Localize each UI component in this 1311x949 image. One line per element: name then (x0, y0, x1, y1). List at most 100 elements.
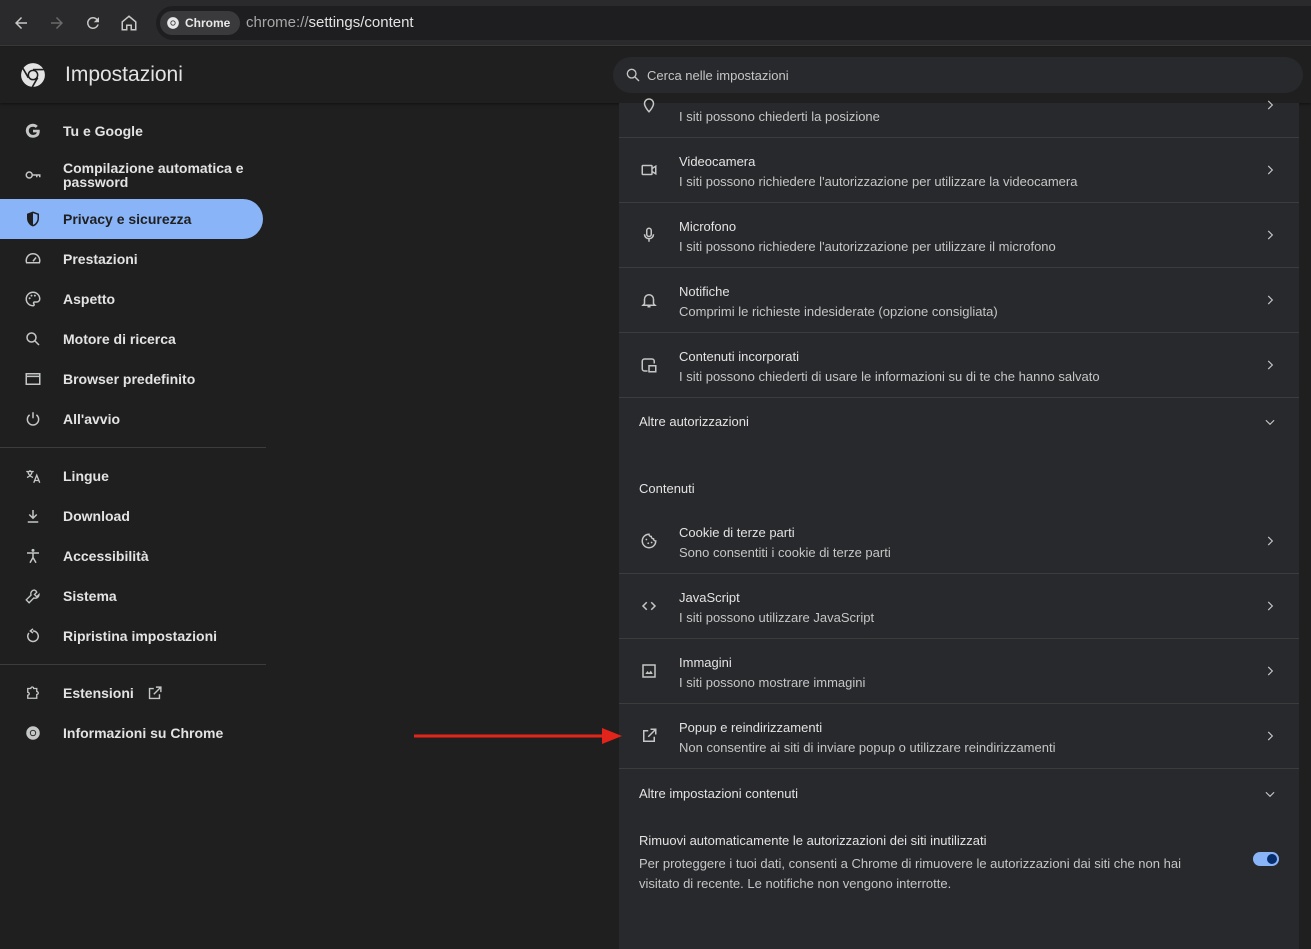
auto-remove-description: Per proteggere i tuoi dati, consenti a C… (639, 856, 1181, 891)
row-title: Microfono (679, 219, 737, 234)
speedometer-icon (23, 249, 43, 269)
content-section-heading: Contenuti (639, 481, 695, 496)
location-icon (639, 95, 659, 115)
open-external-icon (639, 726, 659, 746)
annotation-arrow (414, 728, 622, 744)
sidebar-item-privacy[interactable]: Privacy e sicurezza (0, 199, 263, 239)
sidebar-divider (0, 664, 266, 665)
chevron-right-icon (1267, 360, 1274, 370)
sidebar-item-downloads[interactable]: Download (0, 496, 266, 536)
chip-label: Chrome (185, 16, 231, 30)
content-row-javascript[interactable]: JavaScript I siti possono utilizzare Jav… (619, 574, 1299, 639)
sidebar-item-languages[interactable]: Lingue (0, 456, 266, 496)
sidebar-item-label: Informazioni su Chrome (63, 725, 224, 741)
row-title: Videocamera (679, 154, 756, 169)
row-subtitle: I siti possono chiederti la posizione (679, 109, 880, 124)
sidebar-item-you-and-google[interactable]: Tu e Google (0, 111, 266, 151)
permission-row-camera[interactable]: Videocamera I siti possono richiedere l'… (619, 138, 1299, 203)
download-icon (23, 506, 43, 526)
sidebar-item-autofill[interactable]: Compilazione automatica e password (0, 151, 266, 199)
sidebar-item-default-browser[interactable]: Browser predefinito (0, 359, 266, 399)
sidebar-item-label: Accessibilità (63, 548, 149, 564)
sidebar-item-label: Download (63, 508, 130, 524)
reload-button[interactable] (82, 12, 104, 34)
row-subtitle: I siti possono utilizzare JavaScript (679, 610, 875, 625)
permission-row-microphone[interactable]: Microfono I siti possono richiedere l'au… (619, 203, 1299, 268)
sidebar-item-label: Estensioni (63, 685, 134, 701)
sidebar-item-reset[interactable]: Ripristina impostazioni (0, 616, 266, 656)
accessibility-icon (23, 546, 43, 566)
arrow-left-icon (15, 17, 27, 29)
permission-row-embedded-content[interactable]: Contenuti incorporati I siti possono chi… (619, 333, 1299, 398)
chrome-icon (23, 723, 43, 743)
auto-remove-toggle[interactable] (1253, 852, 1279, 866)
sidebar-item-appearance[interactable]: Aspetto (0, 279, 266, 319)
chrome-logo-icon (21, 63, 45, 88)
sidebar-item-search-engine[interactable]: Motore di ricerca (0, 319, 266, 359)
code-icon (639, 596, 659, 616)
shield-icon (23, 209, 43, 229)
content-settings-card: I siti possono chiederti la posizione Vi… (619, 98, 1299, 949)
google-icon (23, 121, 43, 141)
key-icon (23, 165, 43, 185)
row-subtitle: I siti possono chiederti di usare le inf… (679, 369, 1100, 384)
sidebar-item-extensions[interactable]: Estensioni (0, 673, 266, 713)
chevron-down-icon (1265, 791, 1275, 798)
sidebar-item-on-startup[interactable]: All'avvio (0, 399, 266, 439)
chrome-icon (167, 17, 179, 29)
more-permissions-toggle[interactable]: Altre autorizzazioni (619, 399, 1299, 445)
row-subtitle: Non consentire ai siti di inviare popup … (679, 740, 1056, 755)
cookie-icon (639, 531, 659, 551)
sidebar-divider (0, 447, 266, 448)
more-permissions-label: Altre autorizzazioni (639, 414, 749, 429)
sidebar-item-system[interactable]: Sistema (0, 576, 266, 616)
permission-row-location[interactable]: I siti possono chiederti la posizione (619, 73, 1299, 138)
address-bar[interactable]: Chrome chrome://settings/content (156, 6, 1311, 40)
row-title: Contenuti incorporati (679, 349, 799, 364)
chevron-right-icon (1267, 295, 1274, 305)
back-button[interactable] (10, 12, 32, 34)
image-icon (639, 661, 659, 681)
browser-window-icon (23, 369, 43, 389)
site-info-chip[interactable]: Chrome (160, 11, 241, 35)
chevron-down-icon (1265, 419, 1275, 426)
sidebar-item-label: Browser predefinito (63, 371, 196, 387)
chevron-right-icon (1267, 601, 1274, 611)
url-path: settings/content (308, 14, 414, 31)
sidebar-item-label: Sistema (63, 588, 117, 604)
power-icon (23, 409, 43, 429)
search-icon (23, 329, 43, 349)
more-content-settings-toggle[interactable]: Altre impostazioni contenuti (619, 771, 1299, 817)
browser-toolbar: Chrome chrome://settings/content (0, 0, 1311, 46)
auto-remove-permissions: Rimuovi automaticamente le autorizzazion… (639, 833, 1219, 894)
content-row-images[interactable]: Immagini I siti possono mostrare immagin… (619, 639, 1299, 704)
row-title: Immagini (679, 655, 732, 670)
row-subtitle: Comprimi le richieste indesiderate (opzi… (679, 304, 998, 319)
forward-button[interactable] (46, 12, 68, 34)
permission-row-notifications[interactable]: Notifiche Comprimi le richieste indeside… (619, 268, 1299, 333)
sidebar-item-label: Privacy e sicurezza (63, 211, 192, 227)
sidebar-item-label: Lingue (63, 468, 109, 484)
auto-remove-title: Rimuovi automaticamente le autorizzazion… (639, 833, 987, 848)
open-external-icon (146, 685, 163, 702)
row-subtitle: I siti possono richiedere l'autorizzazio… (679, 174, 1078, 189)
chevron-right-icon (1267, 165, 1274, 175)
sidebar-item-performance[interactable]: Prestazioni (0, 239, 266, 279)
microphone-icon (639, 225, 659, 245)
row-title: Cookie di terze parti (679, 525, 795, 540)
content-row-third-party-cookies[interactable]: Cookie di terze parti Sono consentiti i … (619, 509, 1299, 574)
row-subtitle: Sono consentiti i cookie di terze parti (679, 545, 891, 560)
home-icon (121, 15, 137, 31)
url-scheme: chrome:// (246, 14, 309, 31)
sidebar-item-accessibility[interactable]: Accessibilità (0, 536, 266, 576)
sidebar-item-label: Ripristina impostazioni (63, 628, 218, 644)
home-button[interactable] (118, 12, 140, 34)
sidebar-item-about-chrome[interactable]: Informazioni su Chrome (0, 713, 266, 753)
settings-sidebar: Tu e Google Compilazione automatica e pa… (0, 104, 266, 753)
toggle-knob (1267, 854, 1277, 864)
more-content-settings-label: Altre impostazioni contenuti (639, 786, 798, 801)
bell-icon (639, 290, 659, 310)
content-row-popups-redirects[interactable]: Popup e reindirizzamenti Non consentire … (619, 704, 1299, 769)
row-title: Notifiche (679, 284, 730, 299)
chevron-right-icon (1267, 230, 1274, 240)
